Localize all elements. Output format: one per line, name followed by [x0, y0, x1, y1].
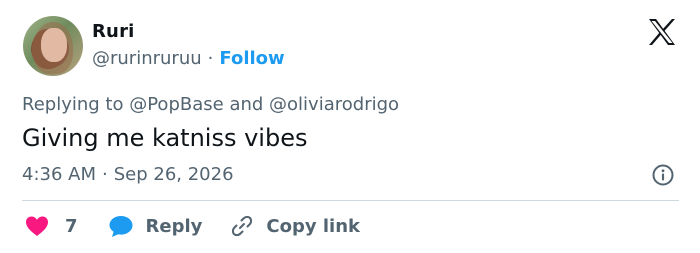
divider — [22, 200, 679, 201]
action-bar: 7 Reply Copy link — [22, 212, 360, 240]
avatar[interactable] — [23, 16, 83, 76]
follow-button[interactable]: Follow — [219, 48, 284, 69]
mention-oliviarodrigo[interactable]: @oliviarodrigo — [269, 94, 399, 115]
embedded-tweet-card: Ruri @rurinruruu · Follow Replying to @Pop… — [0, 0, 700, 253]
link-icon — [232, 215, 253, 237]
like-button[interactable]: 7 — [25, 215, 78, 237]
x-logo-icon[interactable] — [647, 18, 677, 46]
avatar-face — [41, 28, 67, 62]
replying-prefix: Replying to — [22, 94, 124, 115]
mention-popbase[interactable]: @PopBase — [129, 94, 223, 115]
copy-link-button[interactable]: Copy link — [230, 214, 360, 238]
tweet-timestamp[interactable]: 4:36 AM · Sep 26, 2026 — [22, 164, 234, 185]
tweet-time: 4:36 AM — [22, 164, 96, 185]
display-name[interactable]: Ruri — [92, 21, 135, 42]
timestamp-separator: · — [102, 164, 108, 185]
user-handle[interactable]: @rurinruruu — [92, 48, 202, 69]
replying-conjunction: and — [229, 94, 264, 115]
speech-bubble-icon — [109, 216, 133, 237]
like-count: 7 — [65, 215, 78, 237]
tweet-text: Giving me katniss vibes — [22, 124, 308, 152]
tweet-date: Sep 26, 2026 — [113, 164, 234, 185]
replying-to: Replying to @PopBase and @oliviarodrigo — [22, 94, 399, 115]
reply-label: Reply — [145, 215, 203, 237]
reply-button[interactable]: Reply — [108, 214, 203, 238]
handle-row: @rurinruruu · Follow — [92, 48, 285, 69]
info-icon[interactable] — [652, 164, 674, 186]
separator-dot: · — [207, 48, 214, 69]
copy-link-label: Copy link — [266, 215, 360, 237]
heart-icon — [26, 216, 48, 236]
